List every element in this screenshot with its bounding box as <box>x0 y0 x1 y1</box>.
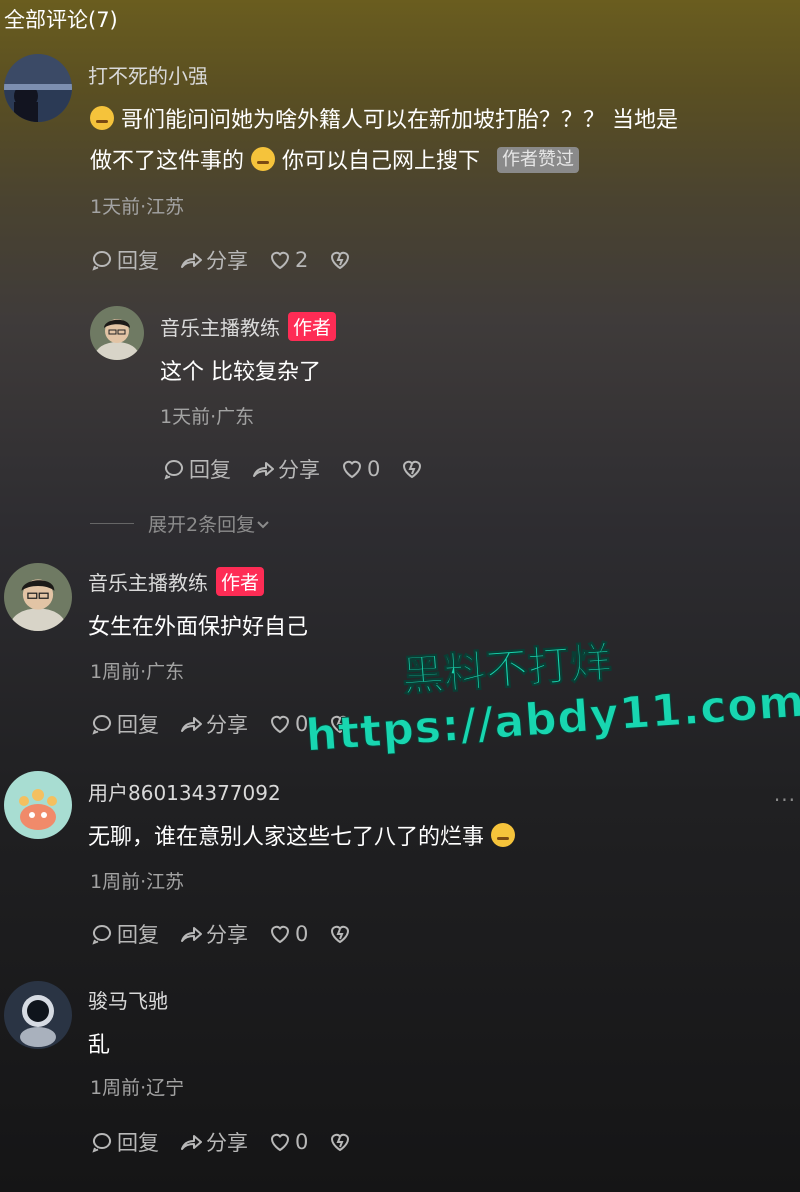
like-button[interactable]: 0 <box>268 712 308 736</box>
like-button[interactable]: 0 <box>340 457 380 481</box>
share-arrow-icon <box>253 462 274 477</box>
heart-icon <box>270 251 290 270</box>
dislike-button[interactable] <box>400 457 427 481</box>
heart-icon <box>270 1133 290 1152</box>
dislike-button[interactable] <box>328 1130 355 1154</box>
dislike-heart-icon <box>331 925 350 944</box>
dislike-heart-icon <box>331 1133 350 1152</box>
reply-item: 音乐主播教练 作者 这个 比较复杂了 1天前·广东 回复 分享 0 <box>0 290 800 500</box>
comment-actions: 回复 分享 0 <box>90 709 375 739</box>
share-arrow-icon <box>181 1135 202 1150</box>
comment-actions: 回复 分享 0 <box>162 454 447 484</box>
chevron-down-icon <box>257 520 269 528</box>
sleepy-emoji-icon <box>90 106 114 130</box>
heart-icon <box>342 460 362 479</box>
dislike-heart-icon <box>403 460 422 479</box>
comment-bubble-icon <box>92 925 111 945</box>
like-button[interactable]: 2 <box>268 248 308 272</box>
comment-meta: 1天前·广东 <box>160 406 255 428</box>
expand-replies-button[interactable]: 展开2条回复 <box>90 510 271 537</box>
share-arrow-icon <box>181 253 202 268</box>
author-liked-badge: 作者赞过 <box>497 147 580 173</box>
reply-button[interactable]: 回复 <box>90 919 159 949</box>
comment-item: 骏马飞驰 乱 1周前·辽宁 回复 分享 0 <box>0 975 800 1185</box>
commenter-name[interactable]: 打不死的小强 <box>88 60 208 89</box>
comment-bubble-icon <box>92 715 111 735</box>
heart-icon <box>270 925 290 944</box>
commenter-name: 音乐主播教练 作者 <box>160 312 337 341</box>
comment-actions: 回复 分享 0 <box>90 1127 375 1157</box>
reply-button[interactable]: 回复 <box>90 709 159 739</box>
dislike-heart-icon <box>331 251 350 270</box>
comment-bubble-icon <box>164 460 183 480</box>
sleepy-emoji-icon <box>251 147 276 171</box>
commenter-name[interactable]: 用户860134377092 <box>88 777 281 806</box>
reply-button[interactable]: 回复 <box>90 1127 159 1157</box>
comment-meta: 1周前·广东 <box>90 661 185 683</box>
comment-item: 音乐主播教练 作者 女生在外面保护好自己 1周前·广东 回复 分享 0 <box>0 555 800 755</box>
comment-text: 女生在外面保护好自己 <box>88 615 309 640</box>
avatar[interactable] <box>4 981 72 1049</box>
reply-button[interactable]: 回复 <box>90 245 159 275</box>
dislike-heart-icon <box>331 715 350 734</box>
comment-text: 这个 比较复杂了 <box>160 360 321 385</box>
author-badge: 作者 <box>216 567 265 596</box>
avatar[interactable] <box>4 54 72 122</box>
comment-bubble-icon <box>92 1133 111 1153</box>
comment-meta: 1周前·江苏 <box>90 871 185 893</box>
avatar[interactable] <box>90 306 144 360</box>
share-button[interactable]: 分享 <box>179 245 248 275</box>
share-button[interactable]: 分享 <box>179 1127 248 1157</box>
comment-actions: 回复 分享 2 <box>90 245 375 275</box>
comment-item: 用户860134377092 无聊，谁在意别人家这些七了八了的烂事 1周前·江苏… <box>0 765 800 965</box>
author-badge: 作者 <box>288 312 337 341</box>
dislike-button[interactable] <box>328 922 355 946</box>
more-dots-icon[interactable]: ··· <box>774 788 796 812</box>
comment-meta: 1周前·辽宁 <box>90 1077 185 1099</box>
comment-bubble-icon <box>92 251 111 271</box>
comment-text: 哥们能问问她为啥外籍人可以在新加坡打胎？？？ 当地是 做不了这件事的 你可以自己… <box>90 106 678 174</box>
comment-item: 打不死的小强 哥们能问问她为啥外籍人可以在新加坡打胎？？？ 当地是 做不了这件事… <box>0 0 800 290</box>
share-arrow-icon <box>181 717 202 732</box>
avatar[interactable] <box>4 771 72 839</box>
avatar[interactable] <box>4 563 72 631</box>
heart-icon <box>270 715 290 734</box>
comment-meta: 1天前·江苏 <box>90 196 185 218</box>
share-button[interactable]: 分享 <box>179 709 248 739</box>
comment-actions: 回复 分享 0 <box>90 919 375 949</box>
dislike-button[interactable] <box>328 248 355 272</box>
share-arrow-icon <box>181 927 202 942</box>
comment-text: 乱 <box>88 1033 111 1058</box>
emoji-icon <box>491 823 516 847</box>
reply-button[interactable]: 回复 <box>162 454 231 484</box>
commenter-name: 音乐主播教练 作者 <box>88 567 265 596</box>
comment-text: 无聊，谁在意别人家这些七了八了的烂事 <box>88 817 516 858</box>
like-button[interactable]: 0 <box>268 922 308 946</box>
commenter-name[interactable]: 骏马飞驰 <box>88 985 168 1014</box>
divider <box>90 523 134 524</box>
dislike-button[interactable] <box>328 712 355 736</box>
share-button[interactable]: 分享 <box>179 919 248 949</box>
share-button[interactable]: 分享 <box>251 454 320 484</box>
like-button[interactable]: 0 <box>268 1130 308 1154</box>
